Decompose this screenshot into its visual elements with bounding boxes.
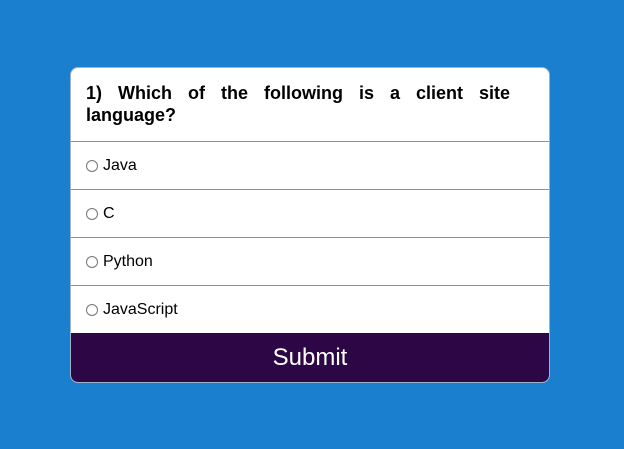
option-label-python: Python	[103, 252, 153, 270]
option-label-c: C	[103, 204, 115, 222]
page-background: { "quiz": { "question": "1) Which of the…	[0, 0, 624, 449]
question-text: 1) Which of the following is a client si…	[71, 68, 549, 142]
quiz-card: 1) Which of the following is a client si…	[70, 67, 550, 383]
radio-python[interactable]	[86, 255, 98, 268]
option-label-java: Java	[103, 156, 137, 174]
radio-javascript[interactable]	[86, 304, 98, 316]
radio-c[interactable]	[86, 207, 98, 220]
option-java[interactable]: Java	[71, 142, 549, 190]
option-label-javascript: JavaScript	[103, 301, 178, 318]
option-python[interactable]: Python	[71, 238, 549, 286]
submit-button[interactable]: Submit	[71, 333, 549, 382]
option-c[interactable]: C	[71, 190, 549, 238]
radio-java[interactable]	[86, 159, 98, 172]
option-javascript[interactable]: JavaScript	[71, 286, 549, 334]
